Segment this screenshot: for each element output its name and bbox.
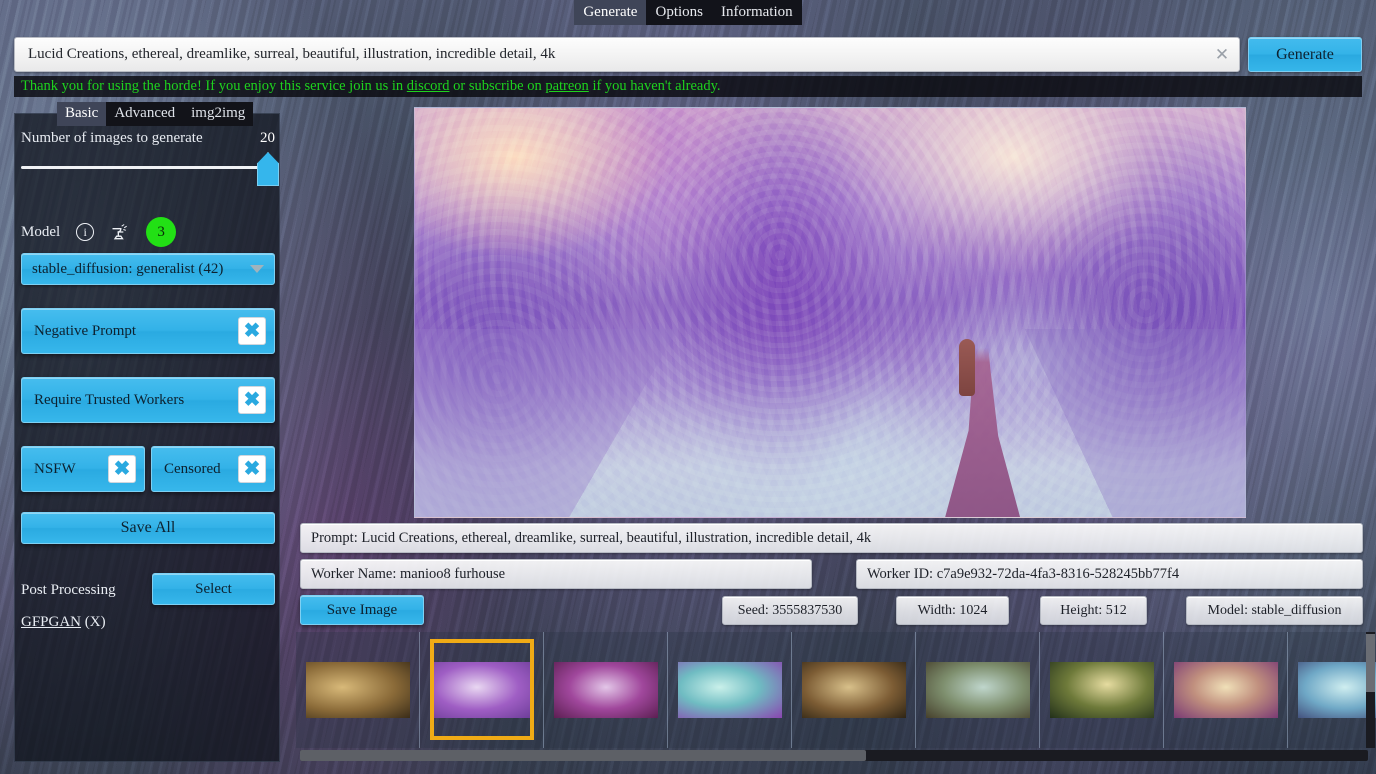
result-prompt-bar[interactable]: Prompt: Lucid Creations, ethereal, dream… [300,523,1363,553]
thumb-8 [1173,662,1278,718]
sidebar-panel: Number of images to generate 20 Model i [14,113,280,762]
worker-anvil-icon[interactable] [110,222,130,242]
notice-tail: if you haven't already. [588,78,721,94]
notice-lead: Thank you for using the horde! If you en… [21,78,407,94]
image-figure-hair [959,339,976,397]
toggle-nsfw-label: NSFW [34,460,76,477]
thumbnail-hscrollbar[interactable] [300,750,1368,761]
toggle-censored[interactable]: Censored ✖ [151,446,275,492]
thumb-7 [1049,662,1154,718]
thumbnail-item[interactable] [916,632,1040,748]
post-processing-item-gfpgan[interactable]: GFPGAN (X) [21,614,106,631]
menu-item-options[interactable]: Options [646,0,712,25]
chevron-down-icon [250,265,264,273]
post-processing-item-remove[interactable]: (X) [85,614,106,630]
save-all-button[interactable]: Save All [21,512,275,544]
thumbnail-hscrollbar-knob[interactable] [300,750,866,761]
x-mark-icon[interactable]: ✖ [238,386,266,414]
left-sidebar: Basic Advanced img2img Number of images … [14,102,280,762]
close-icon[interactable]: ✕ [1214,46,1230,63]
toggle-negative-prompt[interactable]: Negative Prompt ✖ [21,308,275,354]
patreon-link[interactable]: patreon [545,78,588,94]
page-vscrollbar[interactable] [1366,632,1375,748]
thumb-1 [305,662,410,718]
thumbnail-item[interactable] [420,632,544,748]
thumb-6 [925,662,1030,718]
result-worker-name-bar[interactable]: Worker Name: manioo8 furhouse [300,559,812,589]
image-count-slider[interactable] [21,152,279,194]
tab-basic[interactable]: Basic [57,102,107,126]
available-workers-badge[interactable]: 3 [146,217,177,247]
x-mark-icon[interactable]: ✖ [108,455,136,483]
post-processing-select-button[interactable]: Select [152,573,275,605]
thumbnail-item[interactable] [668,632,792,748]
toggle-censored-label: Censored [164,460,221,477]
notification-bar: Thank you for using the horde! If you en… [14,76,1362,97]
meta-chip-width[interactable]: Width: 1024 [896,596,1009,625]
thumbnail-item[interactable] [1040,632,1164,748]
meta-chip-seed[interactable]: Seed: 3555837530 [722,596,858,625]
thumbnail-item[interactable] [296,632,420,748]
sidebar-tabstrip: Basic Advanced img2img [57,102,254,126]
meta-chip-height[interactable]: Height: 512 [1040,596,1147,625]
prompt-row: Lucid Creations, ethereal, dreamlike, su… [14,37,1362,72]
x-mark-icon[interactable]: ✖ [238,317,266,345]
slider-track [21,166,275,169]
model-label: Model [21,223,61,240]
image-count-value: 20 [260,130,275,146]
model-row: Model i 3 [21,216,275,248]
thumb-2 [429,662,534,718]
thumbnail-item[interactable] [1164,632,1288,748]
toggle-require-trusted-workers[interactable]: Require Trusted Workers ✖ [21,377,275,423]
generate-button[interactable]: Generate [1248,37,1362,72]
save-image-button[interactable]: Save Image [300,595,424,625]
image-foreground [415,328,1245,517]
notice-mid: or subscribe on [449,78,546,94]
tab-advanced[interactable]: Advanced [106,102,183,126]
thumbnail-item[interactable] [1288,632,1376,748]
app-window: Generate Options Information Lucid Creat… [0,0,1376,774]
thumb-3 [553,662,658,718]
image-count-label: Number of images to generate [21,130,203,146]
post-processing-label: Post Processing [21,582,116,598]
menu-item-generate[interactable]: Generate [574,0,647,25]
info-circle-icon[interactable]: i [76,223,95,241]
model-select[interactable]: stable_diffusion: generalist (42) [21,253,275,285]
page-vscrollbar-knob[interactable] [1366,634,1375,692]
model-select-value: stable_diffusion: generalist (42) [32,260,224,277]
thumb-5 [801,662,906,718]
toggle-nsfw[interactable]: NSFW ✖ [21,446,145,492]
toggle-require-trusted-workers-label: Require Trusted Workers [34,391,185,408]
x-mark-icon[interactable]: ✖ [238,455,266,483]
slider-thumb[interactable] [257,152,279,186]
prompt-input[interactable]: Lucid Creations, ethereal, dreamlike, su… [14,37,1240,72]
main-menu-bar: Generate Options Information [0,0,1376,25]
thumbnail-item[interactable] [544,632,668,748]
image-count-block: Number of images to generate 20 [21,130,279,194]
toggle-negative-prompt-label: Negative Prompt [34,322,137,339]
tab-img2img[interactable]: img2img [183,102,253,126]
menu-item-information[interactable]: Information [712,0,802,25]
thumbnail-strip[interactable] [296,632,1376,748]
generated-image-preview[interactable] [414,107,1246,518]
post-processing-item-name: GFPGAN [21,614,82,630]
result-worker-id-bar[interactable]: Worker ID: c7a9e932-72da-4fa3-8316-52824… [856,559,1363,589]
thumb-9 [1297,662,1376,718]
discord-link[interactable]: discord [407,78,450,94]
thumb-4 [677,662,782,718]
thumbnail-item[interactable] [792,632,916,748]
meta-chip-model[interactable]: Model: stable_diffusion [1186,596,1363,625]
prompt-input-value: Lucid Creations, ethereal, dreamlike, su… [28,46,556,62]
